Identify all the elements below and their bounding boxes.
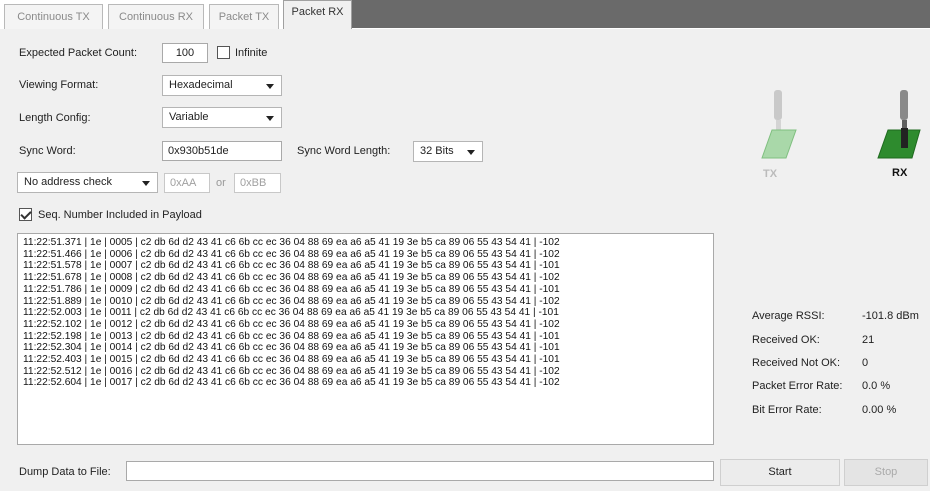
tab-bar-background [352, 0, 930, 28]
average-rssi-label: Average RSSI: [752, 310, 825, 322]
length-config-label: Length Config: [19, 112, 91, 124]
chevron-down-icon [467, 150, 475, 155]
log-line: 11:22:52.304 | 1e | 0014 | c2 db 6d d2 4… [23, 342, 560, 354]
sync-word-input[interactable]: 0x930b51de [162, 141, 282, 161]
sync-word-label: Sync Word: [19, 145, 76, 157]
packet-error-rate-label: Packet Error Rate: [752, 380, 843, 392]
log-line: 11:22:52.604 | 1e | 0017 | c2 db 6d d2 4… [23, 377, 560, 389]
log-line: 11:22:51.466 | 1e | 0006 | c2 db 6d d2 4… [23, 248, 560, 260]
start-button[interactable]: Start [720, 459, 840, 486]
average-rssi-value: -101.8 dBm [862, 310, 919, 322]
log-line: 11:22:52.512 | 1e | 0016 | c2 db 6d d2 4… [23, 365, 560, 377]
tab-packet-rx[interactable]: Packet RX [283, 0, 352, 29]
dump-data-file-input[interactable] [126, 461, 714, 481]
packet-log[interactable]: 11:22:51.371 | 1e | 0005 | c2 db 6d d2 4… [17, 233, 714, 445]
bit-error-rate-value: 0.00 % [862, 404, 897, 416]
viewing-format-label: Viewing Format: [19, 79, 99, 91]
address-2-input[interactable]: 0xBB [234, 173, 281, 193]
sync-word-length-label: Sync Word Length: [297, 145, 391, 157]
sync-word-length-value: 32 Bits [420, 145, 454, 157]
packet-error-rate-value: 0.0 % [862, 380, 891, 392]
infinite-checkbox[interactable] [217, 46, 230, 59]
length-config-select[interactable]: Variable [162, 107, 282, 128]
log-line: 11:22:52.102 | 1e | 0012 | c2 db 6d d2 4… [23, 318, 560, 330]
received-not-ok-value: 0 [862, 357, 869, 369]
tab-bar: Continuous TX Continuous RX Packet TX Pa… [0, 0, 930, 29]
seq-number-checkbox[interactable] [19, 208, 32, 221]
length-config-value: Variable [169, 111, 209, 123]
tab-packet-tx[interactable]: Packet TX [209, 4, 279, 29]
log-line: 11:22:51.371 | 1e | 0005 | c2 db 6d d2 4… [23, 237, 560, 248]
dump-data-label: Dump Data to File: [19, 466, 111, 478]
tx-label: TX [763, 168, 778, 180]
chevron-down-icon [266, 84, 274, 89]
rx-label: RX [892, 167, 908, 179]
chevron-down-icon [266, 116, 274, 121]
received-ok-label: Received OK: [752, 334, 820, 346]
seq-number-label: Seq. Number Included in Payload [38, 209, 202, 221]
address-check-select[interactable]: No address check [17, 172, 158, 193]
expected-packet-count-input[interactable]: 100 [162, 43, 208, 63]
stop-button[interactable]: Stop [844, 459, 928, 486]
log-line: 11:22:51.786 | 1e | 0009 | c2 db 6d d2 4… [23, 283, 560, 295]
address-check-value: No address check [24, 176, 113, 188]
log-line: 11:22:52.403 | 1e | 0015 | c2 db 6d d2 4… [23, 354, 560, 366]
address-1-input[interactable]: 0xAA [164, 173, 210, 193]
log-line: 11:22:52.198 | 1e | 0013 | c2 db 6d d2 4… [23, 330, 560, 342]
viewing-format-value: Hexadecimal [169, 79, 233, 91]
tx-indicator-icon [748, 88, 808, 183]
viewing-format-select[interactable]: Hexadecimal [162, 75, 282, 96]
expected-packet-count-label: Expected Packet Count: [19, 47, 138, 59]
log-line: 11:22:51.678 | 1e | 0008 | c2 db 6d d2 4… [23, 272, 560, 284]
log-line: 11:22:51.889 | 1e | 0010 | c2 db 6d d2 4… [23, 295, 560, 307]
infinite-label: Infinite [235, 47, 268, 59]
or-label: or [216, 177, 226, 189]
received-not-ok-label: Received Not OK: [752, 357, 841, 369]
log-line: 11:22:51.578 | 1e | 0007 | c2 db 6d d2 4… [23, 260, 560, 272]
received-ok-value: 21 [862, 334, 875, 346]
tab-continuous-tx[interactable]: Continuous TX [4, 4, 103, 29]
sync-word-length-select[interactable]: 32 Bits [413, 141, 483, 162]
bit-error-rate-label: Bit Error Rate: [752, 404, 822, 416]
log-line: 11:22:52.003 | 1e | 0011 | c2 db 6d d2 4… [23, 307, 559, 319]
chevron-down-icon [142, 181, 150, 186]
tab-continuous-rx[interactable]: Continuous RX [108, 4, 204, 29]
